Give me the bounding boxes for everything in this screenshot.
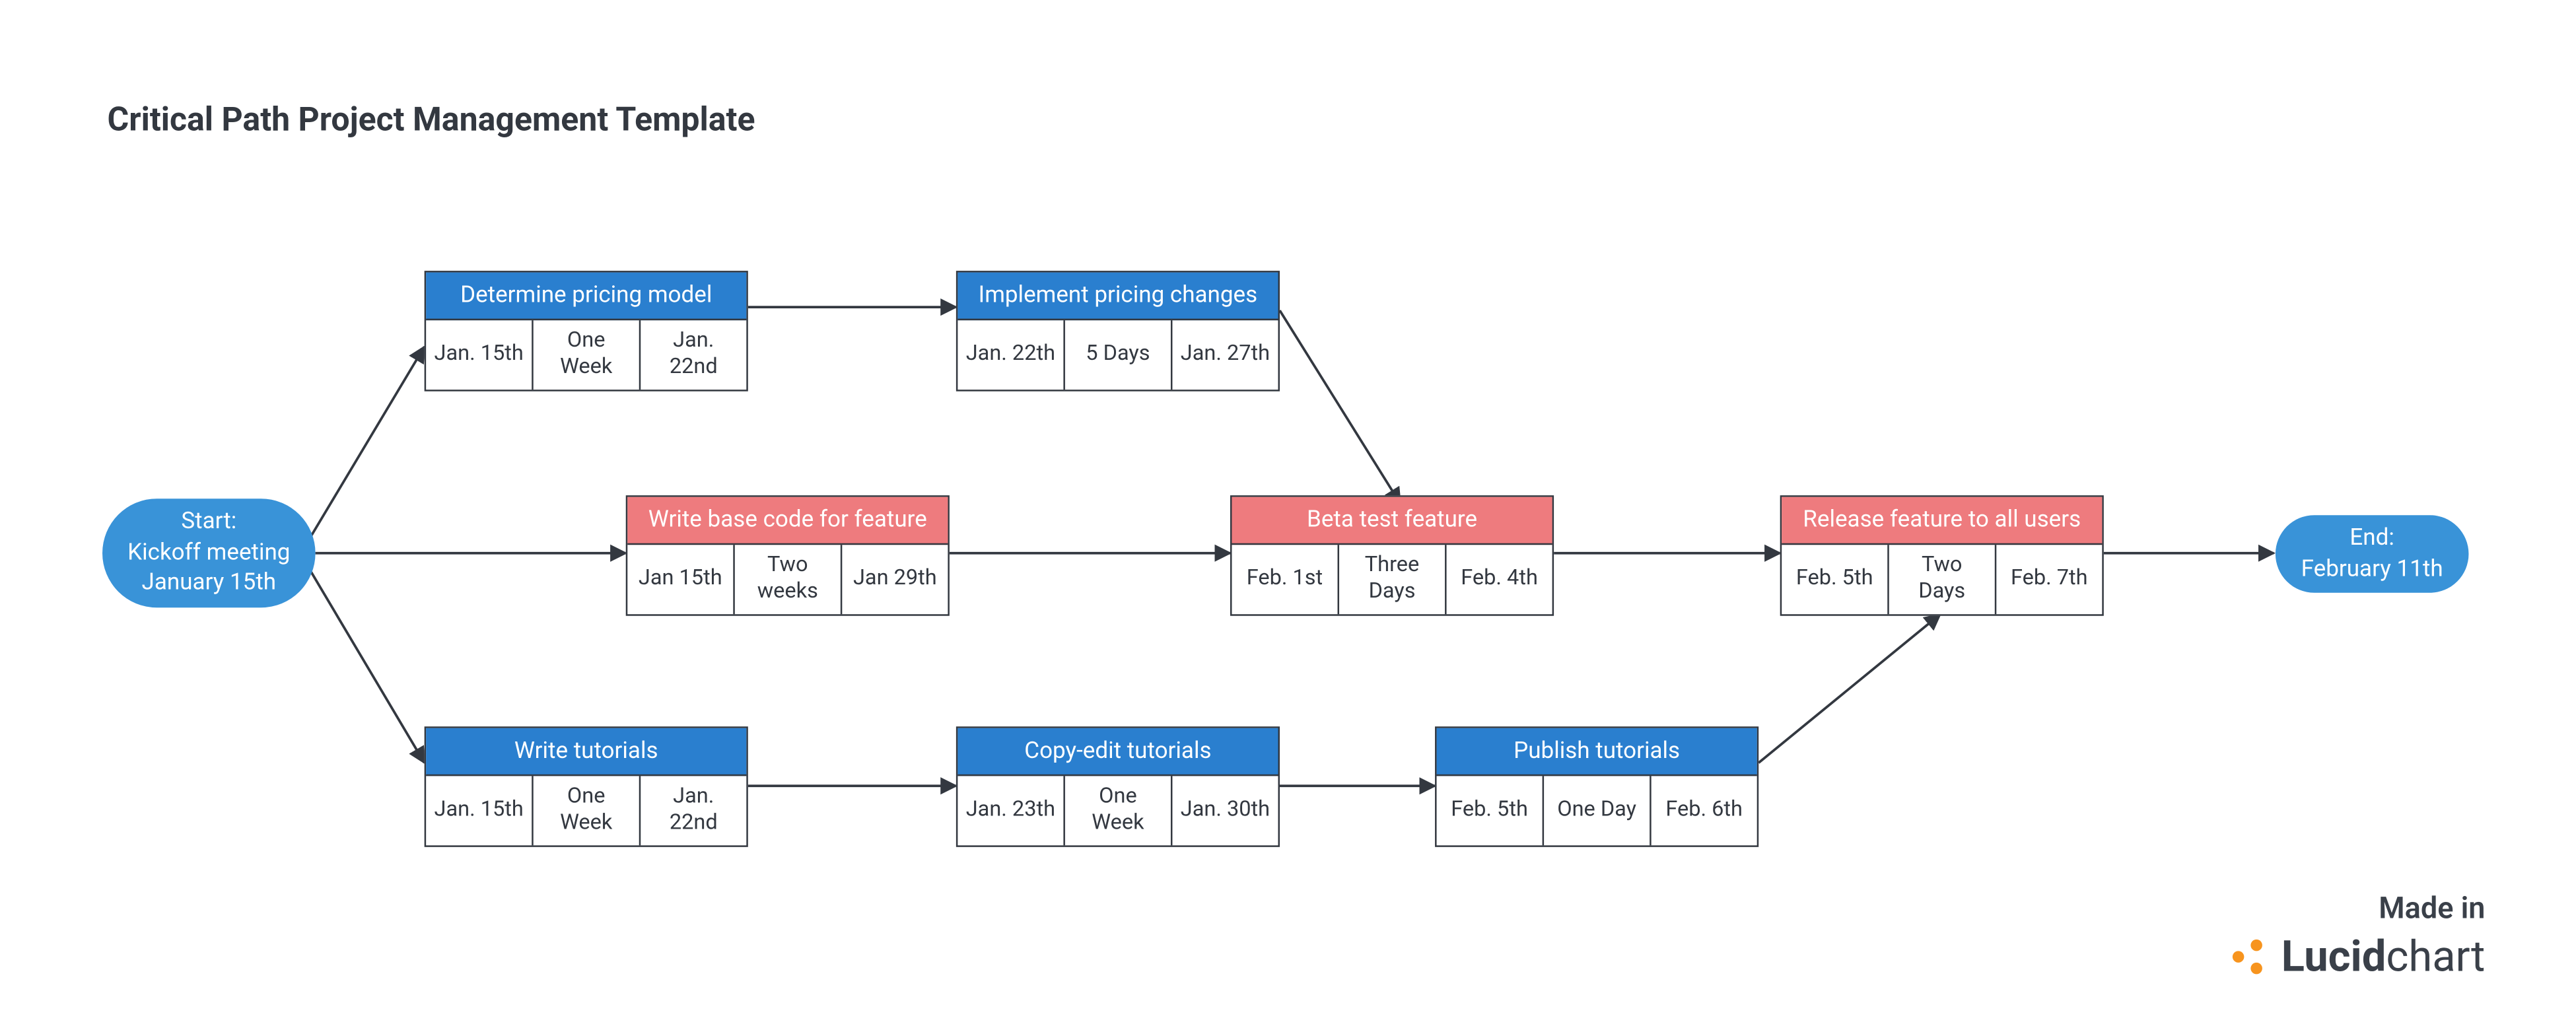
task-duration: One Week: [532, 320, 639, 390]
task-copyedit-tutorials: Copy-edit tutorials Jan. 23th One Week J…: [956, 726, 1280, 847]
task-release: Release feature to all users Feb. 5th Tw…: [1780, 495, 2104, 616]
task-title: Write tutorials: [426, 728, 746, 776]
start-node: Start: Kickoff meeting January 15th: [102, 499, 316, 607]
task-publish-tutorials: Publish tutorials Feb. 5th One Day Feb. …: [1435, 726, 1758, 847]
task-duration: 5 Days: [1063, 320, 1171, 390]
task-start: Feb. 5th: [1782, 545, 1887, 614]
task-end: Jan. 30th: [1171, 776, 1278, 845]
diagram-canvas: Critical Path Project Management Templat…: [0, 0, 2576, 1032]
task-pricing-model: Determine pricing model Jan. 15th One We…: [425, 271, 748, 392]
task-end: Jan. 22nd: [639, 320, 747, 390]
task-duration: One Day: [1543, 776, 1650, 845]
task-title: Implement pricing changes: [957, 273, 1278, 321]
task-end: Jan. 27th: [1171, 320, 1278, 390]
start-line1: Start:: [181, 506, 236, 537]
lucidchart-logo-icon: [2232, 940, 2268, 976]
diagram-title: Critical Path Project Management Templat…: [108, 99, 755, 139]
task-start: Feb. 5th: [1437, 776, 1543, 845]
task-start: Jan. 22th: [957, 320, 1063, 390]
task-title: Release feature to all users: [1782, 497, 2102, 545]
task-title: Determine pricing model: [426, 273, 746, 321]
task-start: Jan. 15th: [426, 776, 532, 845]
task-start: Jan. 23th: [957, 776, 1063, 845]
end-node: End: February 11th: [2276, 515, 2469, 593]
task-duration: Three Days: [1338, 545, 1445, 614]
start-line2: Kickoff meeting: [127, 537, 290, 568]
task-duration: One Week: [1063, 776, 1171, 845]
edge: [309, 568, 425, 763]
task-beta-test: Beta test feature Feb. 1st Three Days Fe…: [1230, 495, 1554, 616]
task-start: Jan 15th: [627, 545, 733, 614]
task-duration: Two Days: [1887, 545, 1995, 614]
branding-product-name: Lucidchart: [2281, 933, 2486, 982]
task-duration: Two weeks: [733, 545, 841, 614]
branding-product: Lucidchart: [2232, 933, 2486, 982]
branding: Made in Lucidchart: [2232, 891, 2486, 982]
edge: [1280, 310, 1401, 504]
task-end: Feb. 4th: [1445, 545, 1552, 614]
task-base-code: Write base code for feature Jan 15th Two…: [626, 495, 950, 616]
task-title: Beta test feature: [1232, 497, 1552, 545]
end-line2: February 11th: [2301, 554, 2443, 585]
task-pricing-changes: Implement pricing changes Jan. 22th 5 Da…: [956, 271, 1280, 392]
end-line1: End:: [2350, 523, 2394, 554]
start-line3: January 15th: [142, 568, 277, 600]
task-title: Copy-edit tutorials: [957, 728, 1278, 776]
branding-made-in: Made in: [2232, 891, 2486, 926]
task-end: Jan. 22nd: [639, 776, 747, 845]
task-end: Jan 29th: [841, 545, 948, 614]
edge: [309, 347, 425, 540]
task-end: Feb. 7th: [1995, 545, 2103, 614]
task-end: Feb. 6th: [1650, 776, 1757, 845]
task-title: Publish tutorials: [1437, 728, 1757, 776]
task-start: Feb. 1st: [1232, 545, 1337, 614]
task-title: Write base code for feature: [627, 497, 948, 545]
task-start: Jan. 15th: [426, 320, 532, 390]
task-write-tutorials: Write tutorials Jan. 15th One Week Jan. …: [425, 726, 748, 847]
edge: [1758, 614, 1940, 763]
task-duration: One Week: [532, 776, 639, 845]
